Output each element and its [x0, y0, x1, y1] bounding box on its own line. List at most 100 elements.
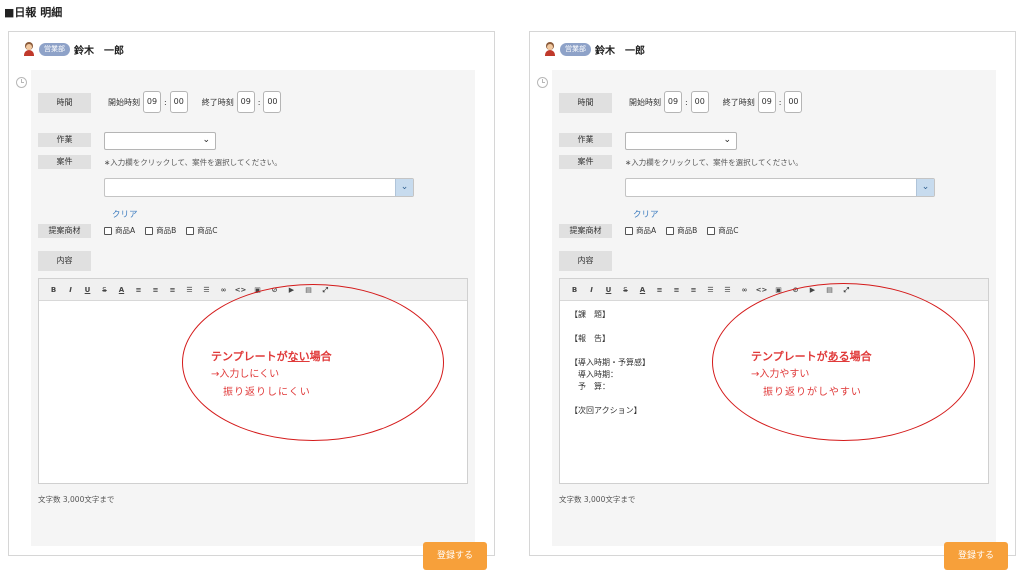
underline-button[interactable]: U: [600, 283, 617, 297]
work-select[interactable]: ⌄: [625, 132, 737, 150]
annotation-note: テンプレートがある場合 →入力やすい 振り返りがしやすい: [751, 348, 872, 402]
avatar: [544, 42, 556, 56]
link-icon[interactable]: ∞: [215, 283, 232, 297]
clear-link[interactable]: クリア: [112, 208, 138, 220]
start-hour-input[interactable]: 09: [143, 91, 161, 113]
case-select[interactable]: ⌄: [104, 178, 414, 197]
template-line: 導入時期：: [570, 370, 618, 379]
case-hint: ∗入力欄をクリックして、案件を選択してください。: [625, 158, 803, 167]
template-line: [570, 321, 650, 333]
user-row: 営業部 鈴木 一郎: [23, 41, 124, 57]
align-center-button[interactable]: ≡: [147, 283, 164, 297]
italic-button[interactable]: I: [62, 283, 79, 297]
material-checkbox[interactable]: 商品A: [625, 225, 656, 236]
editor-content[interactable]: 【課 題】 【報 告】 【導入時期・予算感】 導入時期： 予 算： 【次回アクシ…: [570, 309, 650, 417]
align-left-button[interactable]: ≡: [651, 283, 668, 297]
time-row: 開始時刻 09 : 00 終了時刻 09 : 00: [625, 88, 803, 116]
template-line: 予 算：: [570, 382, 610, 391]
link-icon[interactable]: ∞: [736, 283, 753, 297]
checkbox[interactable]: [625, 226, 633, 235]
content-label: 内容: [559, 251, 612, 271]
content-label: 内容: [38, 251, 91, 271]
chevron-down-icon[interactable]: ⌄: [395, 179, 413, 196]
strikethrough-button[interactable]: S: [96, 283, 113, 297]
align-center-button[interactable]: ≡: [668, 283, 685, 297]
start-minute-input[interactable]: 00: [690, 91, 709, 113]
end-hour-input[interactable]: 09: [757, 91, 776, 113]
material-checkboxes: 商品A 商品B 商品C: [625, 225, 749, 236]
chevron-down-icon[interactable]: ⌄: [916, 179, 934, 196]
material-label: 提案商材: [38, 224, 91, 238]
char-limit-text: 文字数 3,000文字まで: [38, 495, 115, 504]
bold-button[interactable]: B: [45, 283, 62, 297]
bullet-list-button[interactable]: ☰: [702, 283, 719, 297]
work-label: 作業: [38, 133, 91, 147]
time-row: 開始時刻 09 : 00 終了時刻 09 : 00: [104, 88, 282, 116]
underline-button[interactable]: U: [79, 283, 96, 297]
checkbox[interactable]: [186, 226, 195, 235]
start-hour-input[interactable]: 09: [664, 91, 682, 113]
chevron-down-icon: ⌄: [202, 135, 210, 145]
italic-button[interactable]: I: [583, 283, 600, 297]
clear-link[interactable]: クリア: [633, 208, 659, 220]
user-row: 営業部 鈴木 一郎: [544, 41, 645, 57]
end-hour-input[interactable]: 09: [236, 91, 255, 113]
checkbox[interactable]: [666, 226, 675, 235]
case-label: 案件: [559, 155, 612, 169]
template-line: [570, 345, 650, 357]
bullet-list-button[interactable]: ☰: [181, 283, 198, 297]
material-checkbox[interactable]: 商品B: [145, 225, 176, 236]
case-hint: ∗入力欄をクリックして、案件を選択してください。: [104, 158, 282, 167]
chevron-down-icon: ⌄: [723, 135, 731, 145]
font-color-button[interactable]: A: [113, 283, 130, 297]
material-checkbox[interactable]: 商品B: [666, 225, 697, 236]
code-icon[interactable]: <>: [753, 283, 770, 297]
clock-icon: [537, 77, 548, 88]
clock-icon: [16, 77, 27, 88]
submit-button[interactable]: 登録する: [423, 542, 487, 570]
font-color-button[interactable]: A: [634, 283, 651, 297]
material-checkboxes: 商品A 商品B 商品C: [104, 225, 228, 236]
annotation-line: →入力しにくい: [211, 369, 280, 380]
department-badge: 営業部: [560, 42, 591, 56]
bold-button[interactable]: B: [566, 283, 583, 297]
material-label: 提案商材: [559, 224, 612, 238]
material-checkbox[interactable]: 商品C: [186, 225, 218, 236]
user-name: 鈴木 一郎: [595, 45, 645, 57]
checkbox[interactable]: [104, 226, 112, 235]
align-right-button[interactable]: ≡: [685, 283, 702, 297]
daily-report-panel-with-template: 営業部 鈴木 一郎 時間 開始時刻 09 : 00 終了時刻 09 : 00 作…: [529, 31, 1016, 570]
end-minute-input[interactable]: 00: [263, 91, 282, 113]
work-select[interactable]: ⌄: [104, 132, 216, 150]
case-select[interactable]: ⌄: [625, 178, 935, 197]
annotation-line: 振り返りしにくい: [223, 387, 311, 398]
strikethrough-button[interactable]: S: [617, 283, 634, 297]
template-line: 【報 告】: [570, 334, 610, 343]
char-limit-text: 文字数 3,000文字まで: [559, 495, 636, 504]
daily-report-panel-no-template: 営業部 鈴木 一郎 時間 開始時刻 09 : 00 終了時刻 09 : 00 作…: [8, 31, 495, 570]
time-label: 時間: [38, 93, 91, 113]
end-minute-input[interactable]: 00: [784, 91, 803, 113]
material-checkbox[interactable]: 商品C: [707, 225, 739, 236]
end-time-label: 終了時刻: [722, 97, 755, 107]
align-left-button[interactable]: ≡: [130, 283, 147, 297]
work-label: 作業: [559, 133, 612, 147]
checkbox[interactable]: [707, 226, 716, 235]
numbered-list-button[interactable]: ☰: [719, 283, 736, 297]
time-label: 時間: [559, 93, 612, 113]
material-checkbox[interactable]: 商品A: [104, 225, 135, 236]
annotation-heading: テンプレートがない場合: [211, 350, 332, 363]
annotation-note: テンプレートがない場合 →入力しにくい 振り返りしにくい: [211, 348, 332, 402]
template-line: 【課 題】: [570, 310, 610, 319]
template-line: [570, 393, 650, 405]
checkbox[interactable]: [145, 226, 154, 235]
department-badge: 営業部: [39, 42, 70, 56]
start-minute-input[interactable]: 00: [169, 91, 188, 113]
submit-button[interactable]: 登録する: [944, 542, 1008, 570]
align-right-button[interactable]: ≡: [164, 283, 181, 297]
start-time-label: 開始時刻: [629, 97, 661, 107]
numbered-list-button[interactable]: ☰: [198, 283, 215, 297]
time-separator: :: [778, 97, 782, 107]
page-title: ■日報 明細: [4, 6, 63, 19]
template-line: 【導入時期・予算感】: [570, 358, 650, 367]
